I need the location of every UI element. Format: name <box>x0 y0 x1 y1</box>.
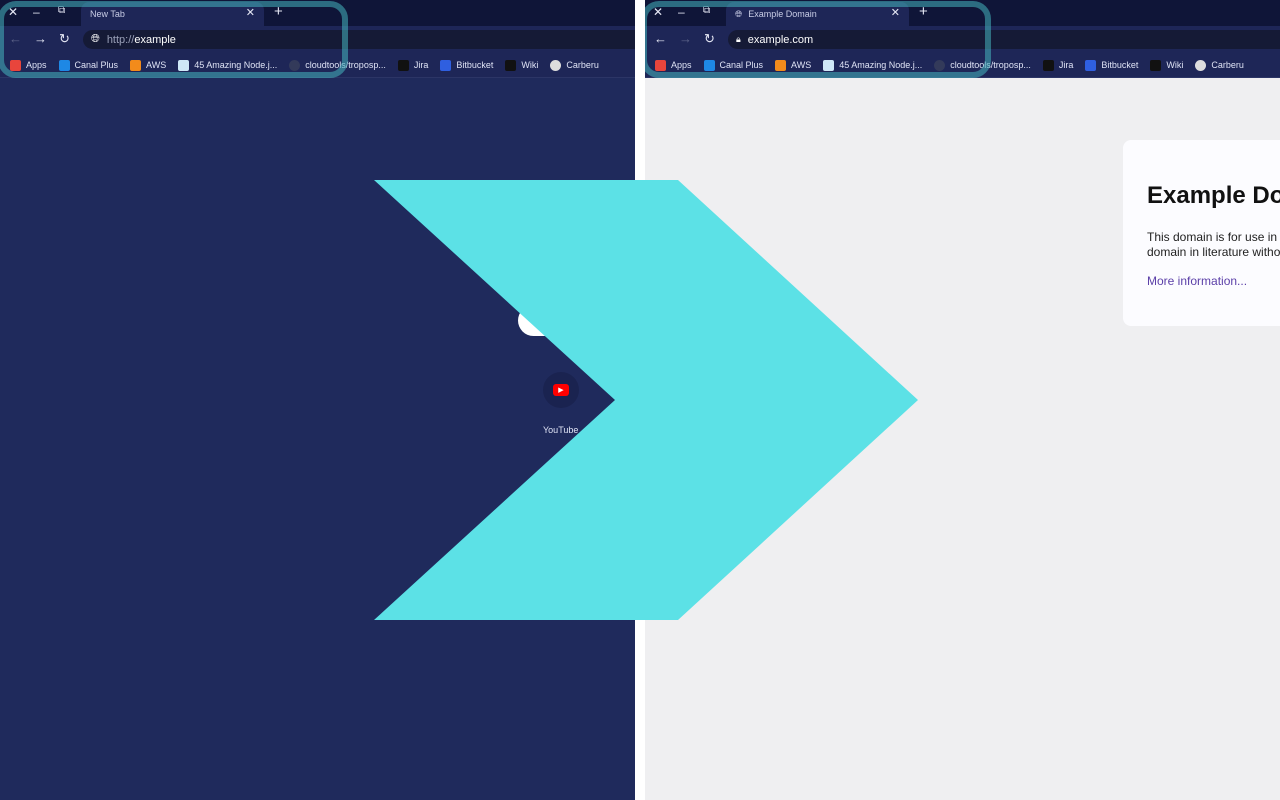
forward-icon[interactable]: → <box>34 31 47 46</box>
forward-icon[interactable]: → <box>679 31 692 46</box>
minimize-icon[interactable]: – <box>678 5 685 19</box>
page-description: This domain is for use in illustrative e… <box>1147 230 1280 260</box>
github-icon <box>934 59 946 71</box>
reload-icon[interactable]: ↻ <box>704 31 715 47</box>
bookmark-label: Jira <box>413 60 429 70</box>
tab-title: Example Domain <box>748 9 817 19</box>
left-browser-screenshot: ✕ – ⧉ New Tab ✕ + ← → ↻ 🌐︎ http://example … <box>0 0 635 800</box>
reload-icon[interactable]: ↻ <box>59 31 70 47</box>
apps-icon <box>655 59 666 71</box>
bookmark-label: 45 Amazing Node.j... <box>839 60 923 70</box>
canal-plus-icon <box>58 59 70 71</box>
close-tab-icon[interactable]: ✕ <box>891 6 900 19</box>
bookmark[interactable]: Apps <box>10 59 47 71</box>
bookmark-label: cloudtools/troposp... <box>305 60 386 70</box>
bookmark[interactable]: cloudtools/troposp... <box>289 59 386 71</box>
bookmark[interactable]: Wiki <box>505 59 539 71</box>
new-tab-button[interactable]: + <box>274 3 283 20</box>
address-bar[interactable]: 🌐︎ http://example <box>83 30 635 49</box>
youtube-shortcut[interactable]: ▶ <box>543 372 579 408</box>
new-tab-button[interactable]: + <box>919 3 928 20</box>
bookmark[interactable]: Canal Plus <box>703 59 764 71</box>
tab-new-tab[interactable]: New Tab ✕ <box>81 2 264 26</box>
bookmark-label: AWS <box>146 60 167 70</box>
bookmark[interactable]: 45 Amazing Node.j... <box>178 59 278 71</box>
wiki-icon <box>1150 59 1162 71</box>
youtube-icon: ▶ <box>553 384 569 396</box>
bookmark[interactable]: Wiki <box>1150 59 1184 71</box>
bookmarks-bar: Apps Canal Plus AWS 45 Amazing Node.j...… <box>645 53 1280 78</box>
canal-plus-icon <box>703 59 715 71</box>
bookmark-label: Wiki <box>1166 60 1184 70</box>
close-window-icon[interactable]: ✕ <box>8 5 18 19</box>
content-card: Example Domain This domain is for use in… <box>1123 140 1280 326</box>
globe-icon: 🌐︎ <box>735 8 743 19</box>
close-tab-icon[interactable]: ✕ <box>246 6 255 19</box>
bookmark-label: Wiki <box>521 60 539 70</box>
node-icon <box>823 59 835 71</box>
bookmark[interactable]: AWS <box>775 59 812 71</box>
globe-icon: 🌐︎ <box>91 33 100 45</box>
description-line: This domain is for use in illustrative e… <box>1147 230 1280 244</box>
aws-icon <box>775 59 787 71</box>
bookmark[interactable]: 45 Amazing Node.j... <box>823 59 923 71</box>
more-information-link[interactable]: More information... <box>1147 274 1280 288</box>
url: example.com <box>747 33 814 46</box>
wiki-icon <box>505 59 517 71</box>
bookmark-label: AWS <box>791 60 812 70</box>
bookmark[interactable]: Bitbucket <box>440 59 494 71</box>
bookmark[interactable]: Carberu <box>1195 59 1244 71</box>
lock-icon: 🔒︎ <box>736 34 741 44</box>
bookmark[interactable]: Jira <box>397 59 429 71</box>
page-heading: Example Domain <box>1147 182 1280 209</box>
url-host: example <box>134 33 176 46</box>
bookmark-label: Apps <box>26 60 47 70</box>
back-icon[interactable]: ← <box>9 31 22 46</box>
carberus-icon <box>1195 59 1207 71</box>
bookmark-label: Canal Plus <box>719 60 764 70</box>
bookmark-label: Jira <box>1058 60 1074 70</box>
node-icon <box>178 59 190 71</box>
tab-title: New Tab <box>90 9 125 19</box>
bookmark-label: Bitbucket <box>1101 60 1139 70</box>
bookmarks-bar: Apps Canal Plus AWS 45 Amazing Node.j...… <box>0 53 635 78</box>
search-box[interactable] <box>518 305 635 336</box>
bookmark-label: 45 Amazing Node.j... <box>194 60 278 70</box>
shortcut-label: YouTube <box>543 425 579 435</box>
bookmark[interactable]: AWS <box>130 59 167 71</box>
apps-icon <box>10 59 21 71</box>
bookmark-label: Bitbucket <box>456 60 494 70</box>
bitbucket-icon <box>1085 59 1097 71</box>
bookmark[interactable]: Carberu <box>550 59 599 71</box>
bitbucket-icon <box>440 59 452 71</box>
back-icon[interactable]: ← <box>654 31 667 46</box>
bookmark-label: Carberu <box>566 60 599 70</box>
bookmark[interactable]: Bitbucket <box>1085 59 1139 71</box>
jira-icon <box>1042 59 1054 71</box>
bookmark[interactable]: Canal Plus <box>58 59 119 71</box>
minimize-icon[interactable]: – <box>33 5 40 19</box>
bookmark[interactable]: Jira <box>1042 59 1074 71</box>
right-browser-screenshot: ✕ – ⧉ 🌐︎ Example Domain ✕ + ← → ↻ 🔒︎ exampl… <box>645 0 1280 800</box>
carberus-icon <box>550 59 562 71</box>
bookmark[interactable]: Apps <box>655 59 692 71</box>
url-scheme: http:// <box>106 33 135 46</box>
bookmark-label: Apps <box>671 60 692 70</box>
restore-icon[interactable]: ⧉ <box>58 5 65 16</box>
bookmark-label: cloudtools/troposp... <box>950 60 1031 70</box>
bookmark-label: Carberu <box>1211 60 1244 70</box>
aws-icon <box>130 59 142 71</box>
description-line: domain in literature without prior coord… <box>1147 245 1280 259</box>
tab-example-domain[interactable]: 🌐︎ Example Domain ✕ <box>726 2 909 26</box>
close-window-icon[interactable]: ✕ <box>653 5 663 19</box>
jira-icon <box>397 59 409 71</box>
bookmark[interactable]: cloudtools/troposp... <box>934 59 1031 71</box>
bookmark-label: Canal Plus <box>74 60 119 70</box>
github-icon <box>289 59 301 71</box>
address-bar[interactable]: 🔒︎ example.com <box>728 30 1280 49</box>
restore-icon[interactable]: ⧉ <box>703 5 710 16</box>
